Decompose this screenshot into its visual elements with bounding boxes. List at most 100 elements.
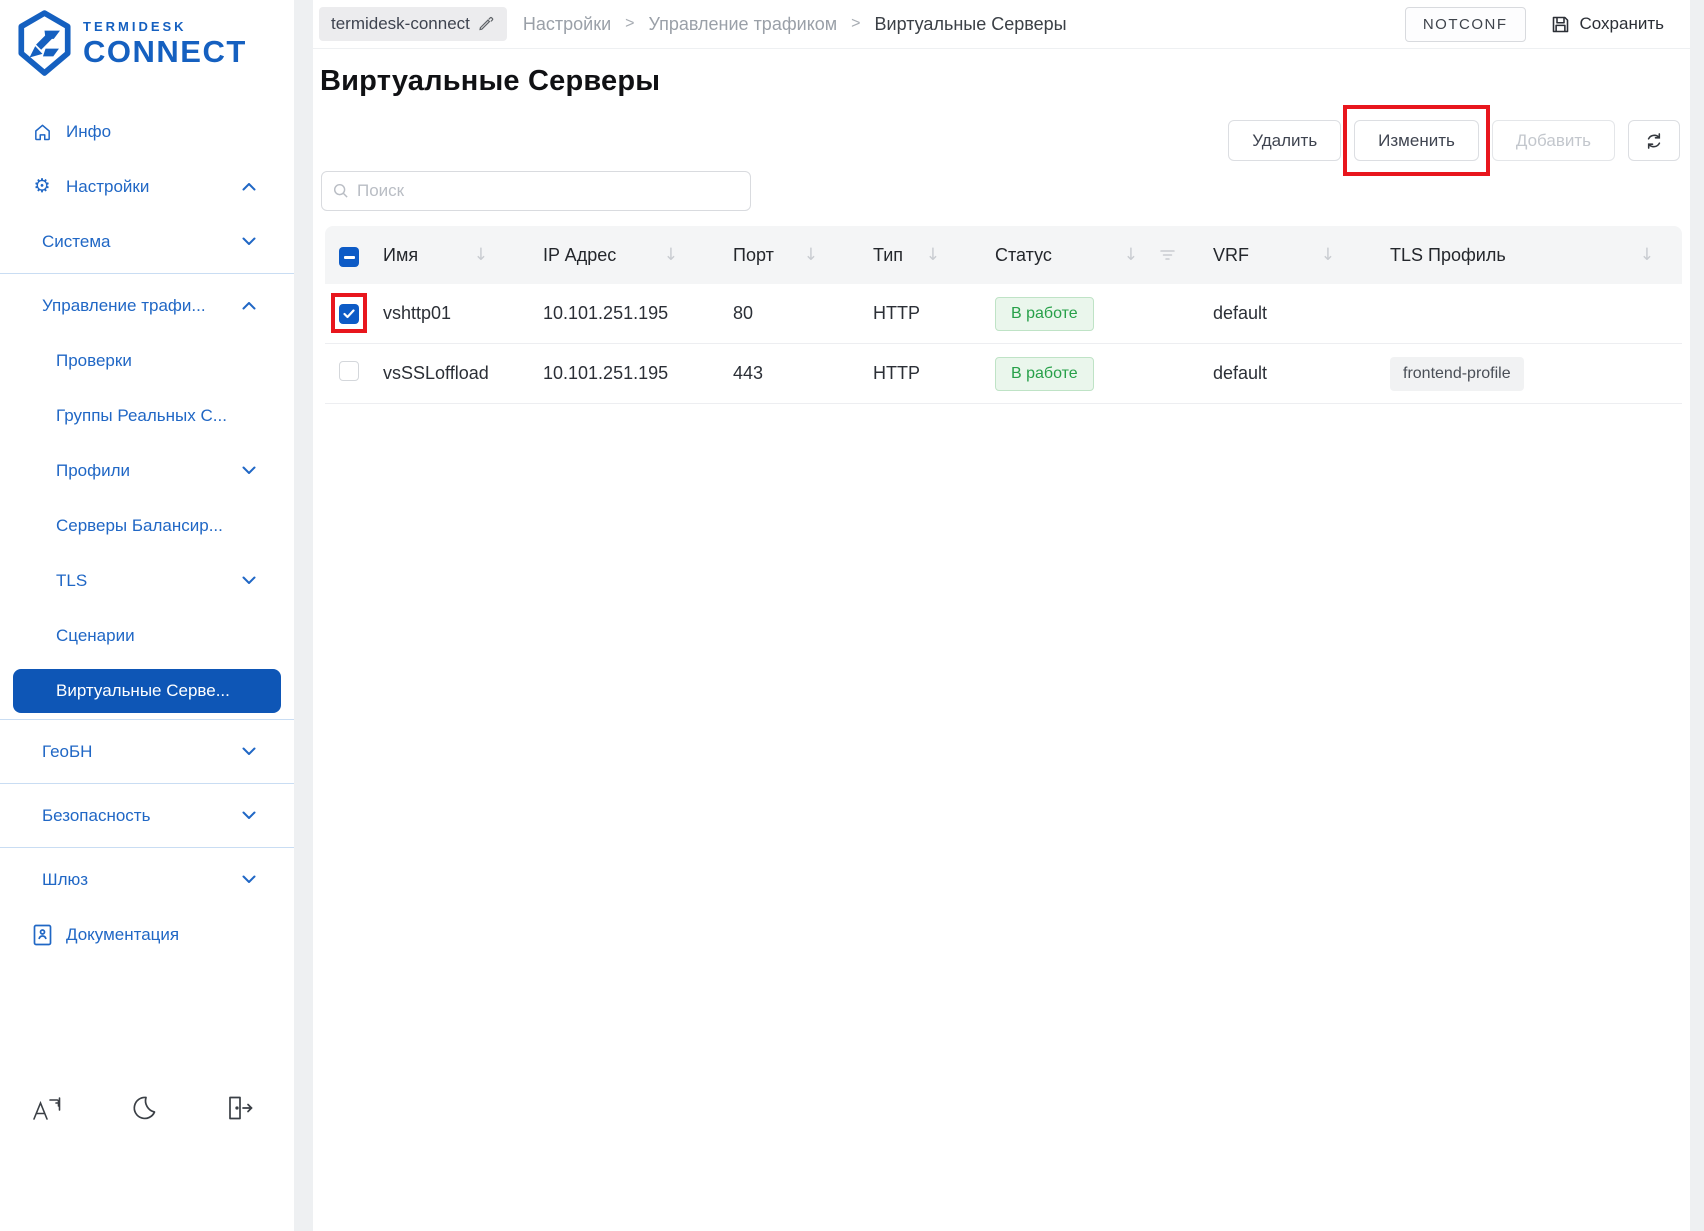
virtual-servers-table: Имя ↓ IP Адрес ↓ Порт ↓ Тип ↓ Статус ↓ V… [325,226,1682,404]
row-checkbox-cell [325,293,383,333]
sidebar-item-info[interactable]: Инфо [0,104,294,159]
table-row-vsSSLoffload[interactable]: vsSSLoffload 10.101.251.195 443 HTTP В р… [325,344,1682,404]
delete-button[interactable]: Удалить [1228,120,1342,161]
table-body: vshttp01 10.101.251.195 80 HTTP В работе… [325,284,1682,404]
sidebar-divider [0,719,294,720]
row-checkbox[interactable] [339,304,359,324]
sidebar-item-label: Документация [66,924,180,944]
sidebar-divider [0,783,294,784]
status-badge: В работе [995,356,1094,391]
chevron-down-icon [242,237,256,246]
breadcrumb-separator: > [625,15,635,32]
pencil-icon[interactable] [479,16,495,32]
status-badge-notconf[interactable]: NOTCONF [1404,6,1526,42]
cell-vrf: default [1213,363,1268,383]
sidebar-item-scenarios[interactable]: Сценарии [0,608,294,663]
sidebar-item-label: Безопасность [42,805,151,825]
sidebar-item-system[interactable]: Система [0,214,294,269]
cell-vrf: default [1213,303,1268,323]
language-button[interactable] [32,1095,62,1123]
status-badge: В работе [995,296,1094,331]
breadcrumb-virtual-servers: Виртуальные Серверы [874,13,1067,34]
cell-name: vshttp01 [383,303,452,323]
cell-ip-address: 10.101.251.195 [543,303,669,323]
sort-icon[interactable]: ↓ [1640,245,1654,265]
sidebar-item-label: Профили [56,460,131,480]
table-row-vshttp01[interactable]: vshttp01 10.101.251.195 80 HTTP В работе… [325,284,1682,344]
sort-icon[interactable]: ↓ [1321,245,1335,265]
sidebar-item-label: Настройки [66,176,150,196]
moon-button[interactable] [131,1095,157,1123]
logout-icon [226,1095,254,1123]
sidebar-item-label: Проверки [56,350,132,370]
search [321,171,751,211]
cell-name: vsSSLoffload [383,363,489,383]
edit-button[interactable]: Изменить [1354,120,1479,161]
logout-button[interactable] [226,1095,254,1123]
cell-type: HTTP [873,363,920,383]
sort-icon[interactable]: ↓ [926,245,940,265]
add-button[interactable]: Добавить [1491,120,1615,161]
sidebar: TERMIDESK CONNECT Инфо ⚙ Настройки Система У… [0,0,294,1231]
column-header-ip: IP Адрес ↓ [543,244,678,266]
sidebar-item-security[interactable]: Безопасность [0,788,294,843]
sidebar-item-traffic-management[interactable]: Управление трафи... [0,278,294,333]
breadcrumb-traffic-management[interactable]: Управление трафиком [649,14,838,35]
select-all-checkbox[interactable] [339,247,359,268]
refresh-icon [1643,130,1665,152]
sidebar-item-gateway[interactable]: Шлюз [0,852,294,907]
breadcrumb: Настройки > Управление трафиком > Виртуа… [523,14,1067,35]
brand-wordmark: TERMIDESK CONNECT [83,20,247,67]
device-name: termidesk-connect [331,14,470,33]
cell-status: В работе [995,356,1213,391]
sidebar-item-checks[interactable]: Проверки [0,333,294,388]
search-input[interactable] [321,171,751,211]
sidebar-item-tls[interactable]: TLS [0,553,294,608]
book-icon [31,924,53,946]
sidebar-item-documentation[interactable]: Документация [0,907,294,962]
sidebar-item-label: Система [42,231,111,251]
chevron-down-icon [242,466,256,475]
sidebar-item-label: TLS [56,570,88,590]
breadcrumb-settings[interactable]: Настройки [523,14,611,35]
table-header-row: Имя ↓ IP Адрес ↓ Порт ↓ Тип ↓ Статус ↓ V… [325,226,1682,284]
sidebar-divider [0,273,294,274]
brand-line2: CONNECT [83,33,247,69]
column-header-tls-profile: TLS Профиль ↓ [1390,244,1654,266]
brand-logo[interactable]: TERMIDESK CONNECT [0,0,294,76]
refresh-button[interactable] [1628,120,1680,161]
main-panel: termidesk-connect Настройки > Управление… [313,0,1690,1231]
select-all-cell [325,243,383,268]
sidebar-item-settings[interactable]: ⚙ Настройки [0,159,294,214]
sidebar-item-balancer-servers[interactable]: Серверы Балансир... [0,498,294,553]
sidebar-item-profiles[interactable]: Профили [0,443,294,498]
sidebar-item-label: Серверы Балансир... [56,515,223,535]
sidebar-item-label: ГеоБН [42,741,93,761]
sidebar-item-label: Группы Реальных С... [56,405,227,425]
sort-icon[interactable]: ↓ [1124,245,1138,265]
sidebar-item-label: Сценарии [56,625,135,645]
cell-port: 80 [733,303,754,323]
save-button[interactable]: Сохранить [1550,14,1664,35]
device-name-pill[interactable]: termidesk-connect [319,7,507,41]
sidebar-item-real-server-groups[interactable]: Группы Реальных С... [0,388,294,443]
actions-toolbar: Удалить Изменить Добавить [313,105,1680,176]
annotation-edit-button: Изменить [1343,105,1490,176]
cell-type: HTTP [873,303,920,323]
filter-icon[interactable] [1160,250,1175,260]
cell-status: В работе [995,296,1213,331]
moon-icon [131,1095,157,1123]
sidebar-footer [0,1095,294,1123]
column-header-status: Статус ↓ [995,245,1213,266]
row-checkbox[interactable] [339,361,359,381]
sidebar-item-geobn[interactable]: ГеоБН [0,724,294,779]
sidebar-divider [0,847,294,848]
cell-ip-address: 10.101.251.195 [543,363,669,383]
sort-icon[interactable]: ↓ [664,245,678,265]
sort-icon[interactable]: ↓ [804,245,818,265]
sidebar-item-virtual-servers[interactable]: Виртуальные Серве... [13,669,281,713]
sidebar-item-label: Управление трафи... [42,295,206,315]
sort-icon[interactable]: ↓ [474,245,488,265]
tls-profile-pill: frontend-profile [1390,356,1524,391]
row-checkbox-cell [325,361,383,386]
